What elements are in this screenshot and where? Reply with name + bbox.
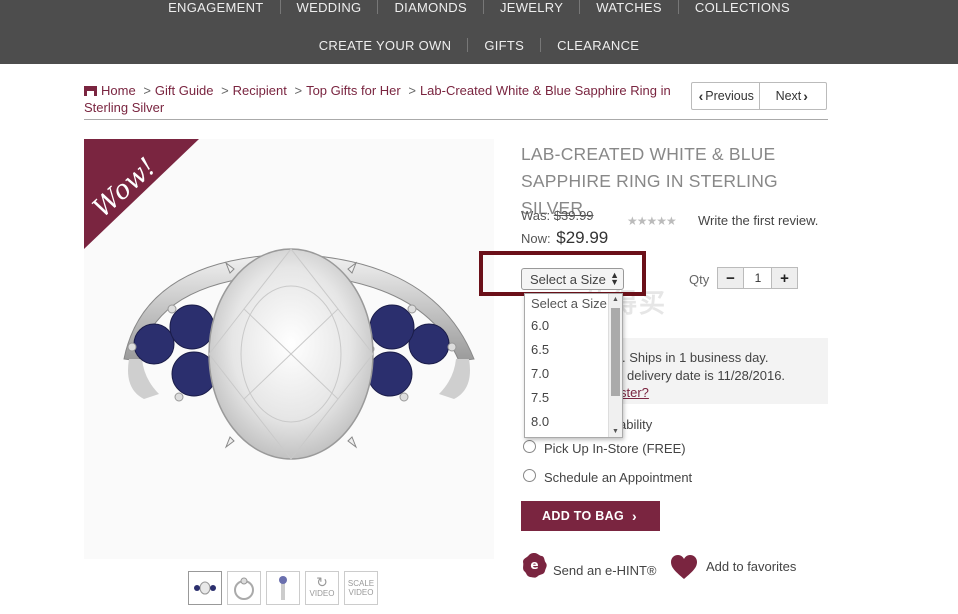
nav-clearance[interactable]: CLEARANCE — [541, 38, 655, 53]
scroll-down-icon[interactable]: ▼ — [609, 428, 622, 435]
size-select[interactable]: Select a Size ▲ ▼ — [521, 268, 624, 290]
home-icon[interactable] — [84, 86, 97, 96]
nav-watches[interactable]: WATCHES — [580, 0, 678, 15]
qty-input[interactable]: 1 — [744, 267, 772, 289]
breadcrumb: Home > Gift Guide > Recipient > Top Gifts f… — [84, 82, 684, 116]
nav-row-secondary: CREATE YOUR OWN GIFTS CLEARANCE — [0, 36, 958, 54]
chevron-right-icon: › — [631, 508, 637, 524]
breadcrumb-home[interactable]: Home — [101, 83, 136, 98]
send-ehint-link[interactable]: Send an e-HINT® — [553, 563, 657, 578]
size-select-value: Select a Size — [530, 272, 606, 287]
add-to-bag-label: ADD TO BAG — [542, 509, 624, 523]
scrollbar-thumb[interactable] — [611, 308, 620, 396]
shipping-link[interactable]: ster? — [620, 385, 649, 400]
add-to-favorites-link[interactable]: Add to favorites — [706, 559, 796, 574]
nav-collections[interactable]: COLLECTIONS — [679, 0, 806, 15]
breadcrumb-separator: > — [143, 83, 151, 98]
nav-create-your-own[interactable]: CREATE YOUR OWN — [303, 38, 468, 53]
nav-gifts[interactable]: GIFTS — [468, 38, 540, 53]
qty-increment-button[interactable]: + — [771, 267, 798, 289]
previous-label: Previous — [705, 89, 754, 103]
thumbnail-side[interactable] — [266, 571, 300, 605]
top-navigation: ENGAGEMENT WEDDING DIAMONDS JEWELRY WATC… — [0, 0, 958, 64]
breadcrumb-divider — [84, 119, 828, 120]
thumbnail-video[interactable]: ↻ VIDEO — [305, 571, 339, 605]
was-price-line: Was: $39.99 — [521, 208, 594, 223]
delivery-date-text: delivery date is 11/28/2016. — [627, 368, 786, 383]
previous-button[interactable]: ‹ Previous — [692, 83, 759, 109]
nav-engagement[interactable]: ENGAGEMENT — [152, 0, 279, 15]
breadcrumb-separator: > — [408, 83, 416, 98]
chevron-left-icon: ‹ — [698, 88, 704, 104]
chevron-right-icon: › — [803, 88, 808, 104]
nav-wedding[interactable]: WEDDING — [281, 0, 378, 15]
now-price-line: Now: $29.99 — [521, 228, 608, 248]
nav-jewelry[interactable]: JEWELRY — [484, 0, 579, 15]
next-button[interactable]: Next › — [758, 83, 827, 109]
pickup-label: Pick Up In-Store (FREE) — [544, 441, 686, 456]
breadcrumb-separator: > — [221, 83, 229, 98]
appointment-radio[interactable] — [523, 469, 536, 482]
dropdown-scrollbar[interactable]: ▲ ▼ — [608, 294, 622, 437]
thumbnail-angle[interactable] — [227, 571, 261, 605]
rating-stars-icon: ★★★★★ — [627, 214, 677, 228]
breadcrumb-gift-guide[interactable]: Gift Guide — [155, 83, 214, 98]
pickup-radio[interactable] — [523, 440, 536, 453]
scroll-up-icon[interactable]: ▲ — [609, 296, 622, 303]
thumbnail-strip: ↻ VIDEO SCALE VIDEO — [188, 571, 378, 605]
size-dropdown-list: Select a Size 6.0 6.5 7.0 7.5 8.0 ▲ ▼ — [524, 293, 623, 438]
breadcrumb-separator: > — [294, 83, 303, 98]
ehint-letter: e — [530, 558, 538, 572]
qty-decrement-button[interactable]: − — [717, 267, 744, 289]
appointment-label: Schedule an Appointment — [544, 470, 693, 485]
nav-diamonds[interactable]: DIAMONDS — [378, 0, 482, 15]
was-label: Was: — [521, 208, 551, 223]
rotate-video-icon: ↻ VIDEO — [309, 575, 335, 598]
ring-image — [123, 248, 475, 460]
product-image[interactable]: Wow! — [84, 139, 494, 559]
ehint-icon[interactable]: e — [521, 552, 548, 579]
scale-video-label: SCALE VIDEO — [347, 579, 375, 597]
next-label: Next — [775, 89, 802, 103]
now-price: $29.99 — [556, 228, 609, 247]
ring-thumbnail-icon — [279, 576, 287, 600]
nav-row-primary: ENGAGEMENT WEDDING DIAMONDS JEWELRY WATC… — [0, 0, 958, 16]
thumbnail-scale-video[interactable]: SCALE VIDEO — [344, 571, 378, 605]
qty-label: Qty — [689, 272, 710, 287]
rotate-icon: ↻ — [316, 574, 328, 590]
now-label: Now: — [521, 231, 551, 246]
thumbnail-front[interactable] — [188, 571, 222, 605]
heart-icon[interactable] — [670, 554, 698, 580]
select-arrows-icon: ▲ ▼ — [610, 270, 619, 287]
was-price: $39.99 — [553, 208, 594, 223]
product-pager: ‹ Previous Next › — [691, 82, 827, 110]
video-label: VIDEO — [309, 589, 335, 598]
breadcrumb-top-gifts[interactable]: Top Gifts for Her — [306, 83, 401, 98]
ring-thumbnail-icon — [234, 577, 254, 600]
shipping-info-text: . Ships in 1 business day. — [622, 350, 769, 365]
breadcrumb-recipient[interactable]: Recipient — [233, 83, 287, 98]
availability-label: ability — [619, 417, 653, 432]
add-to-bag-button[interactable]: ADD TO BAG › — [521, 501, 660, 531]
ring-thumbnail-icon — [194, 581, 216, 595]
write-review-link[interactable]: Write the first review. — [698, 213, 818, 228]
